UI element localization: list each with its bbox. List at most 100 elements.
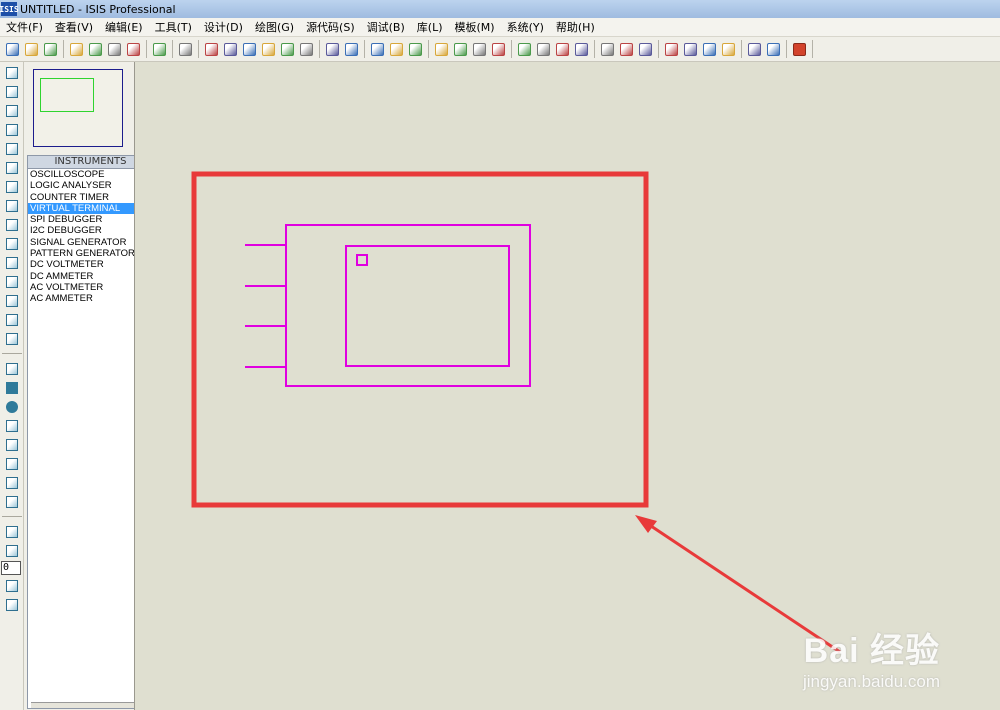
menu-item-3[interactable]: 工具(T) xyxy=(149,18,198,37)
bus-button[interactable] xyxy=(2,159,22,176)
rotate-ccw-button[interactable] xyxy=(2,542,22,559)
block-copy-button[interactable] xyxy=(433,41,450,58)
menu-item-10[interactable]: 系统(Y) xyxy=(501,18,550,37)
pan-button[interactable] xyxy=(222,41,239,58)
new-icon xyxy=(6,42,19,56)
copy-button[interactable] xyxy=(388,41,405,58)
current-probe-button[interactable] xyxy=(2,311,22,328)
property-assign-button[interactable] xyxy=(637,41,654,58)
new-sheet-button[interactable] xyxy=(663,41,680,58)
component-mode-button[interactable] xyxy=(2,83,22,100)
ares-button[interactable] xyxy=(791,41,808,58)
text-script-button[interactable] xyxy=(2,140,22,157)
virtual-terminal-component[interactable] xyxy=(245,224,531,387)
menu-item-7[interactable]: 调试(B) xyxy=(361,18,411,37)
junction-button[interactable] xyxy=(2,102,22,119)
zoom-in-button[interactable] xyxy=(241,41,258,58)
wire-label-button[interactable] xyxy=(2,121,22,138)
graph-icon xyxy=(6,237,18,250)
mirror-x-button[interactable] xyxy=(2,577,22,594)
circle-button[interactable] xyxy=(2,398,22,415)
line-button[interactable] xyxy=(2,360,22,377)
menu-item-11[interactable]: 帮助(H) xyxy=(550,18,601,37)
search-tag-button[interactable] xyxy=(618,41,635,58)
zoom-out-button[interactable] xyxy=(260,41,277,58)
virtual-instrument-button[interactable] xyxy=(2,330,22,347)
terminal-button[interactable] xyxy=(2,197,22,214)
grid-button[interactable] xyxy=(177,41,194,58)
mode-separator xyxy=(2,353,22,354)
undo-button[interactable] xyxy=(324,41,341,58)
select-mode-button[interactable] xyxy=(2,64,22,81)
electrical-check-button[interactable] xyxy=(746,41,763,58)
menu-item-9[interactable]: 模板(M) xyxy=(449,18,501,37)
open-button[interactable] xyxy=(23,41,40,58)
wire-autorouter-button[interactable] xyxy=(599,41,616,58)
arc-button[interactable] xyxy=(2,417,22,434)
rotate-cw-button[interactable] xyxy=(2,523,22,540)
subcircuit-button[interactable] xyxy=(2,178,22,195)
select-mode-icon xyxy=(6,66,18,79)
new-button[interactable] xyxy=(4,41,21,58)
zoom-area-icon xyxy=(300,42,313,56)
rotation-input[interactable]: 0 xyxy=(1,561,21,575)
terminal-body xyxy=(285,224,531,387)
decompose-button[interactable] xyxy=(573,41,590,58)
menu-bar: 文件(F) 查看(V) 编辑(E) 工具(T) 设计(D) 绘图(G) 源代码(S) 调试(B… xyxy=(0,18,1000,37)
marker-button[interactable] xyxy=(2,493,22,510)
block-move-button[interactable] xyxy=(452,41,469,58)
print-icon xyxy=(108,42,121,56)
refresh-button[interactable] xyxy=(151,41,168,58)
watermark-logo: Bai 经验 xyxy=(803,632,940,670)
package-button[interactable] xyxy=(554,41,571,58)
box-button[interactable] xyxy=(2,379,22,396)
text-button[interactable] xyxy=(2,455,22,472)
menu-item-0[interactable]: 文件(F) xyxy=(0,18,49,37)
symbol-button[interactable] xyxy=(2,474,22,491)
device-pin-button[interactable] xyxy=(2,216,22,233)
zoom-all-button[interactable] xyxy=(279,41,296,58)
pick-device-button[interactable] xyxy=(516,41,533,58)
delete-sheet-button[interactable] xyxy=(682,41,699,58)
menu-item-2[interactable]: 编辑(E) xyxy=(99,18,149,37)
block-move-icon xyxy=(454,42,467,56)
save-button[interactable] xyxy=(42,41,59,58)
electrical-check-icon xyxy=(748,42,761,56)
make-device-icon xyxy=(537,42,550,56)
block-rotate-button[interactable] xyxy=(471,41,488,58)
block-delete-button[interactable] xyxy=(490,41,507,58)
toolbar-separator xyxy=(428,40,429,58)
terminal-cursor xyxy=(356,254,368,266)
netlist-button[interactable] xyxy=(701,41,718,58)
netlist-ares-button[interactable] xyxy=(765,41,782,58)
zoom-area-button[interactable] xyxy=(298,41,315,58)
schematic-canvas[interactable] xyxy=(134,62,1000,710)
cut-button[interactable] xyxy=(369,41,386,58)
import-button[interactable] xyxy=(68,41,85,58)
tape-recorder-button[interactable] xyxy=(2,254,22,271)
voltage-probe-button[interactable] xyxy=(2,292,22,309)
toolbar-separator xyxy=(511,40,512,58)
wire-label-icon xyxy=(6,123,18,136)
export-button[interactable] xyxy=(87,41,104,58)
menu-item-6[interactable]: 源代码(S) xyxy=(300,18,361,37)
menu-item-5[interactable]: 绘图(G) xyxy=(249,18,300,37)
generator-button[interactable] xyxy=(2,273,22,290)
menu-item-8[interactable]: 库(L) xyxy=(411,18,449,37)
bom-button[interactable] xyxy=(720,41,737,58)
print-button[interactable] xyxy=(106,41,123,58)
mode-toolbar: 0 xyxy=(0,62,24,710)
block-rotate-icon xyxy=(473,42,486,56)
menu-item-4[interactable]: 设计(D) xyxy=(198,18,249,37)
path-button[interactable] xyxy=(2,436,22,453)
mirror-y-button[interactable] xyxy=(2,596,22,613)
make-device-button[interactable] xyxy=(535,41,552,58)
graph-button[interactable] xyxy=(2,235,22,252)
origin-button[interactable] xyxy=(203,41,220,58)
paste-button[interactable] xyxy=(407,41,424,58)
print-area-button[interactable] xyxy=(125,41,142,58)
redo-button[interactable] xyxy=(343,41,360,58)
text-script-icon xyxy=(6,142,18,155)
menu-item-1[interactable]: 查看(V) xyxy=(49,18,99,37)
overview-window[interactable] xyxy=(33,69,123,147)
